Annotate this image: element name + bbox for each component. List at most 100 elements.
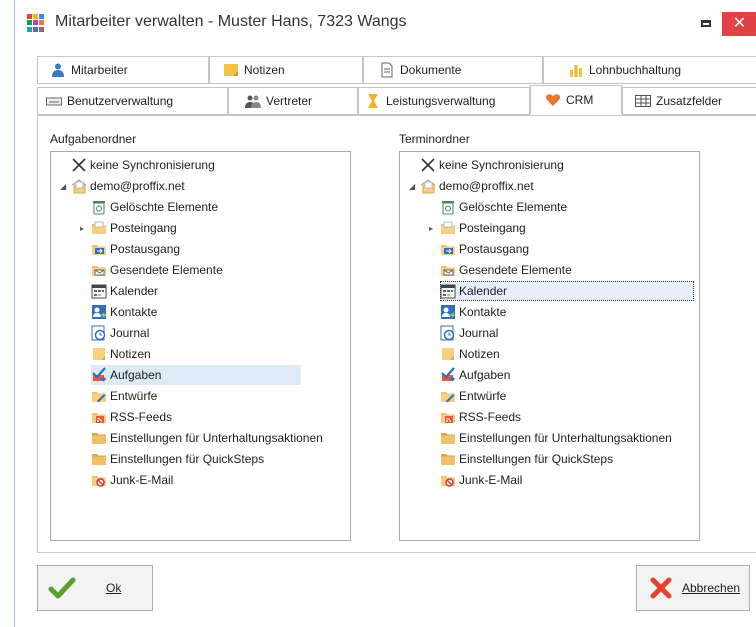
tree-item-aufgaben[interactable]: Aufgaben [91, 365, 301, 385]
app-icon-square [27, 14, 32, 19]
tree-item-account[interactable]: ◢ demo@proffix.net [60, 176, 185, 196]
expand-arrow-icon[interactable]: ▸ [429, 224, 437, 233]
inbox-icon [91, 220, 107, 236]
tree-item-gelöschte-elemente[interactable]: Gelöschte Elemente [91, 197, 218, 217]
collapse-arrow-icon[interactable]: ◢ [409, 182, 417, 191]
tab-benutzerverwaltung[interactable]: Benutzerverwaltung [37, 87, 228, 115]
app-icon-square [27, 20, 32, 26]
hourglass-icon [365, 93, 381, 109]
tab-mitarbeiter[interactable]: Mitarbeiter [37, 56, 209, 84]
tree-item-no-sync[interactable]: keine Synchronisierung [420, 155, 564, 175]
tree-item-notizen[interactable]: Notizen [91, 344, 151, 364]
tree-item-label: Postausgang [459, 242, 530, 256]
tasks-folder-tree[interactable]: keine Synchronisierung ◢ demo@proffix.net G… [50, 151, 351, 541]
tree-item-kontakte[interactable]: Kontakte [440, 302, 506, 322]
tree-item-label: Entwürfe [110, 389, 158, 403]
tree-item-posteingang[interactable]: ▸ Posteingang [429, 218, 526, 238]
title-bar: Mitarbeiter verwalten - Muster Hans, 732… [15, 0, 756, 44]
tab-lohnbuchhaltung[interactable]: Lohnbuchhaltung [543, 56, 756, 84]
tree-item-label: Junk-E-Mail [110, 473, 174, 487]
tab-dokumente[interactable]: Dokumente [363, 56, 543, 84]
tree-item-label: Einstellungen für QuickSteps [110, 452, 265, 466]
tree-item-label: Aufgaben [459, 368, 511, 382]
tree-item-entwürfe[interactable]: Entwürfe [91, 386, 157, 406]
junk-icon [91, 472, 107, 488]
tree-item-junk-e-mail[interactable]: Junk-E-Mail [91, 470, 173, 490]
heart-icon [545, 92, 561, 108]
tree-item-label: Aufgaben [110, 368, 162, 382]
tree-item-postausgang[interactable]: Postausgang [91, 239, 180, 259]
outbox-icon [91, 241, 107, 257]
window-title: Mitarbeiter verwalten - Muster Hans, 732… [55, 13, 407, 30]
tree-item-label: Gesendete Elemente [459, 263, 572, 277]
folder-icon [91, 451, 107, 467]
tab-zusatzfelder[interactable]: Zusatzfelder [622, 87, 756, 115]
app-icon-square [33, 26, 38, 32]
tasks-folder-label: Aufgabenordner [50, 132, 137, 146]
tree-item-gelöschte-elemente[interactable]: Gelöschte Elemente [440, 197, 567, 217]
tree-item-notizen[interactable]: Notizen [440, 344, 500, 364]
cross-icon [650, 577, 672, 599]
tab-notizen[interactable]: Notizen [209, 56, 363, 84]
calendar-icon [440, 283, 456, 299]
tasks-icon [91, 367, 107, 383]
tree-item-label: keine Synchronisierung [439, 158, 564, 172]
trash-icon [91, 199, 107, 215]
rss-icon [91, 409, 107, 425]
dialog-window: Mitarbeiter verwalten - Muster Hans, 732… [14, 0, 756, 627]
tree-item-kalender[interactable]: Kalender [440, 281, 694, 301]
tree-item-aufgaben[interactable]: Aufgaben [440, 365, 510, 385]
tree-item-label: Kontakte [459, 305, 507, 319]
tree-item-einstellungen-für-unterhaltungsaktionen[interactable]: Einstellungen für Unterhaltungsaktionen [91, 428, 323, 448]
tree-item-label: Gesendete Elemente [110, 263, 223, 277]
tree-item-no-sync[interactable]: keine Synchronisierung [71, 155, 215, 175]
app-icon-square [33, 20, 38, 26]
tree-item-junk-e-mail[interactable]: Junk-E-Mail [440, 470, 522, 490]
tab-leistungsverwaltung[interactable]: Leistungsverwaltung [358, 87, 530, 115]
rss-icon [440, 409, 456, 425]
tree-item-label: Einstellungen für Unterhaltungsaktionen [110, 431, 323, 445]
tree-item-postausgang[interactable]: Postausgang [440, 239, 529, 259]
tree-item-rss-feeds[interactable]: RSS-Feeds [440, 407, 521, 427]
app-icon-square [27, 26, 32, 32]
junk-icon [440, 472, 456, 488]
tree-item-label: Kalender [459, 284, 508, 298]
ok-button[interactable]: Ok [37, 565, 153, 611]
expand-arrow-icon[interactable]: ▸ [80, 224, 88, 233]
tree-item-entwürfe[interactable]: Entwürfe [440, 386, 506, 406]
tab-crm[interactable]: CRM [530, 85, 622, 115]
tree-item-account[interactable]: ◢ demo@proffix.net [409, 176, 534, 196]
contacts-icon [91, 304, 107, 320]
tree-item-label: Journal [459, 326, 499, 340]
minimize-icon[interactable] [695, 14, 717, 34]
tree-item-label: demo@proffix.net [439, 179, 534, 193]
tree-item-label: Journal [110, 326, 150, 340]
calendar-folder-tree[interactable]: keine Synchronisierung ◢ demo@proffix.net G… [399, 151, 700, 541]
outbox-icon [440, 241, 456, 257]
tree-item-einstellungen-für-quicksteps[interactable]: Einstellungen für QuickSteps [91, 449, 264, 469]
collapse-arrow-icon[interactable]: ◢ [60, 182, 68, 191]
notes-icon [440, 346, 456, 362]
tree-item-label: Gelöschte Elemente [459, 200, 568, 214]
app-icon-square [39, 26, 44, 32]
tab-strip: Mitarbeiter Notizen Dokumente Lohnbuchha… [37, 56, 756, 118]
tree-item-journal[interactable]: Journal [440, 323, 498, 343]
trash-icon [440, 199, 456, 215]
contacts-icon [440, 304, 456, 320]
close-button[interactable]: ✕ [722, 12, 756, 36]
crm-panel: Aufgabenordner Terminordner keine Synchr… [37, 115, 756, 553]
tree-item-label: Notizen [459, 347, 500, 361]
tree-item-posteingang[interactable]: ▸ Posteingang [80, 218, 177, 238]
tab-vertreter[interactable]: Vertreter [228, 87, 358, 115]
cancel-button[interactable]: Abbrechen [636, 565, 750, 611]
tree-item-journal[interactable]: Journal [91, 323, 149, 343]
tree-item-gesendete-elemente[interactable]: Gesendete Elemente [91, 260, 223, 280]
tree-item-kontakte[interactable]: Kontakte [91, 302, 157, 322]
tree-item-gesendete-elemente[interactable]: Gesendete Elemente [440, 260, 572, 280]
tree-item-einstellungen-für-unterhaltungsaktionen[interactable]: Einstellungen für Unterhaltungsaktionen [440, 428, 672, 448]
tree-item-kalender[interactable]: Kalender [91, 281, 158, 301]
tree-item-einstellungen-für-quicksteps[interactable]: Einstellungen für QuickSteps [440, 449, 613, 469]
person-icon [50, 62, 66, 78]
tree-item-label: Posteingang [110, 221, 177, 235]
tree-item-rss-feeds[interactable]: RSS-Feeds [91, 407, 172, 427]
